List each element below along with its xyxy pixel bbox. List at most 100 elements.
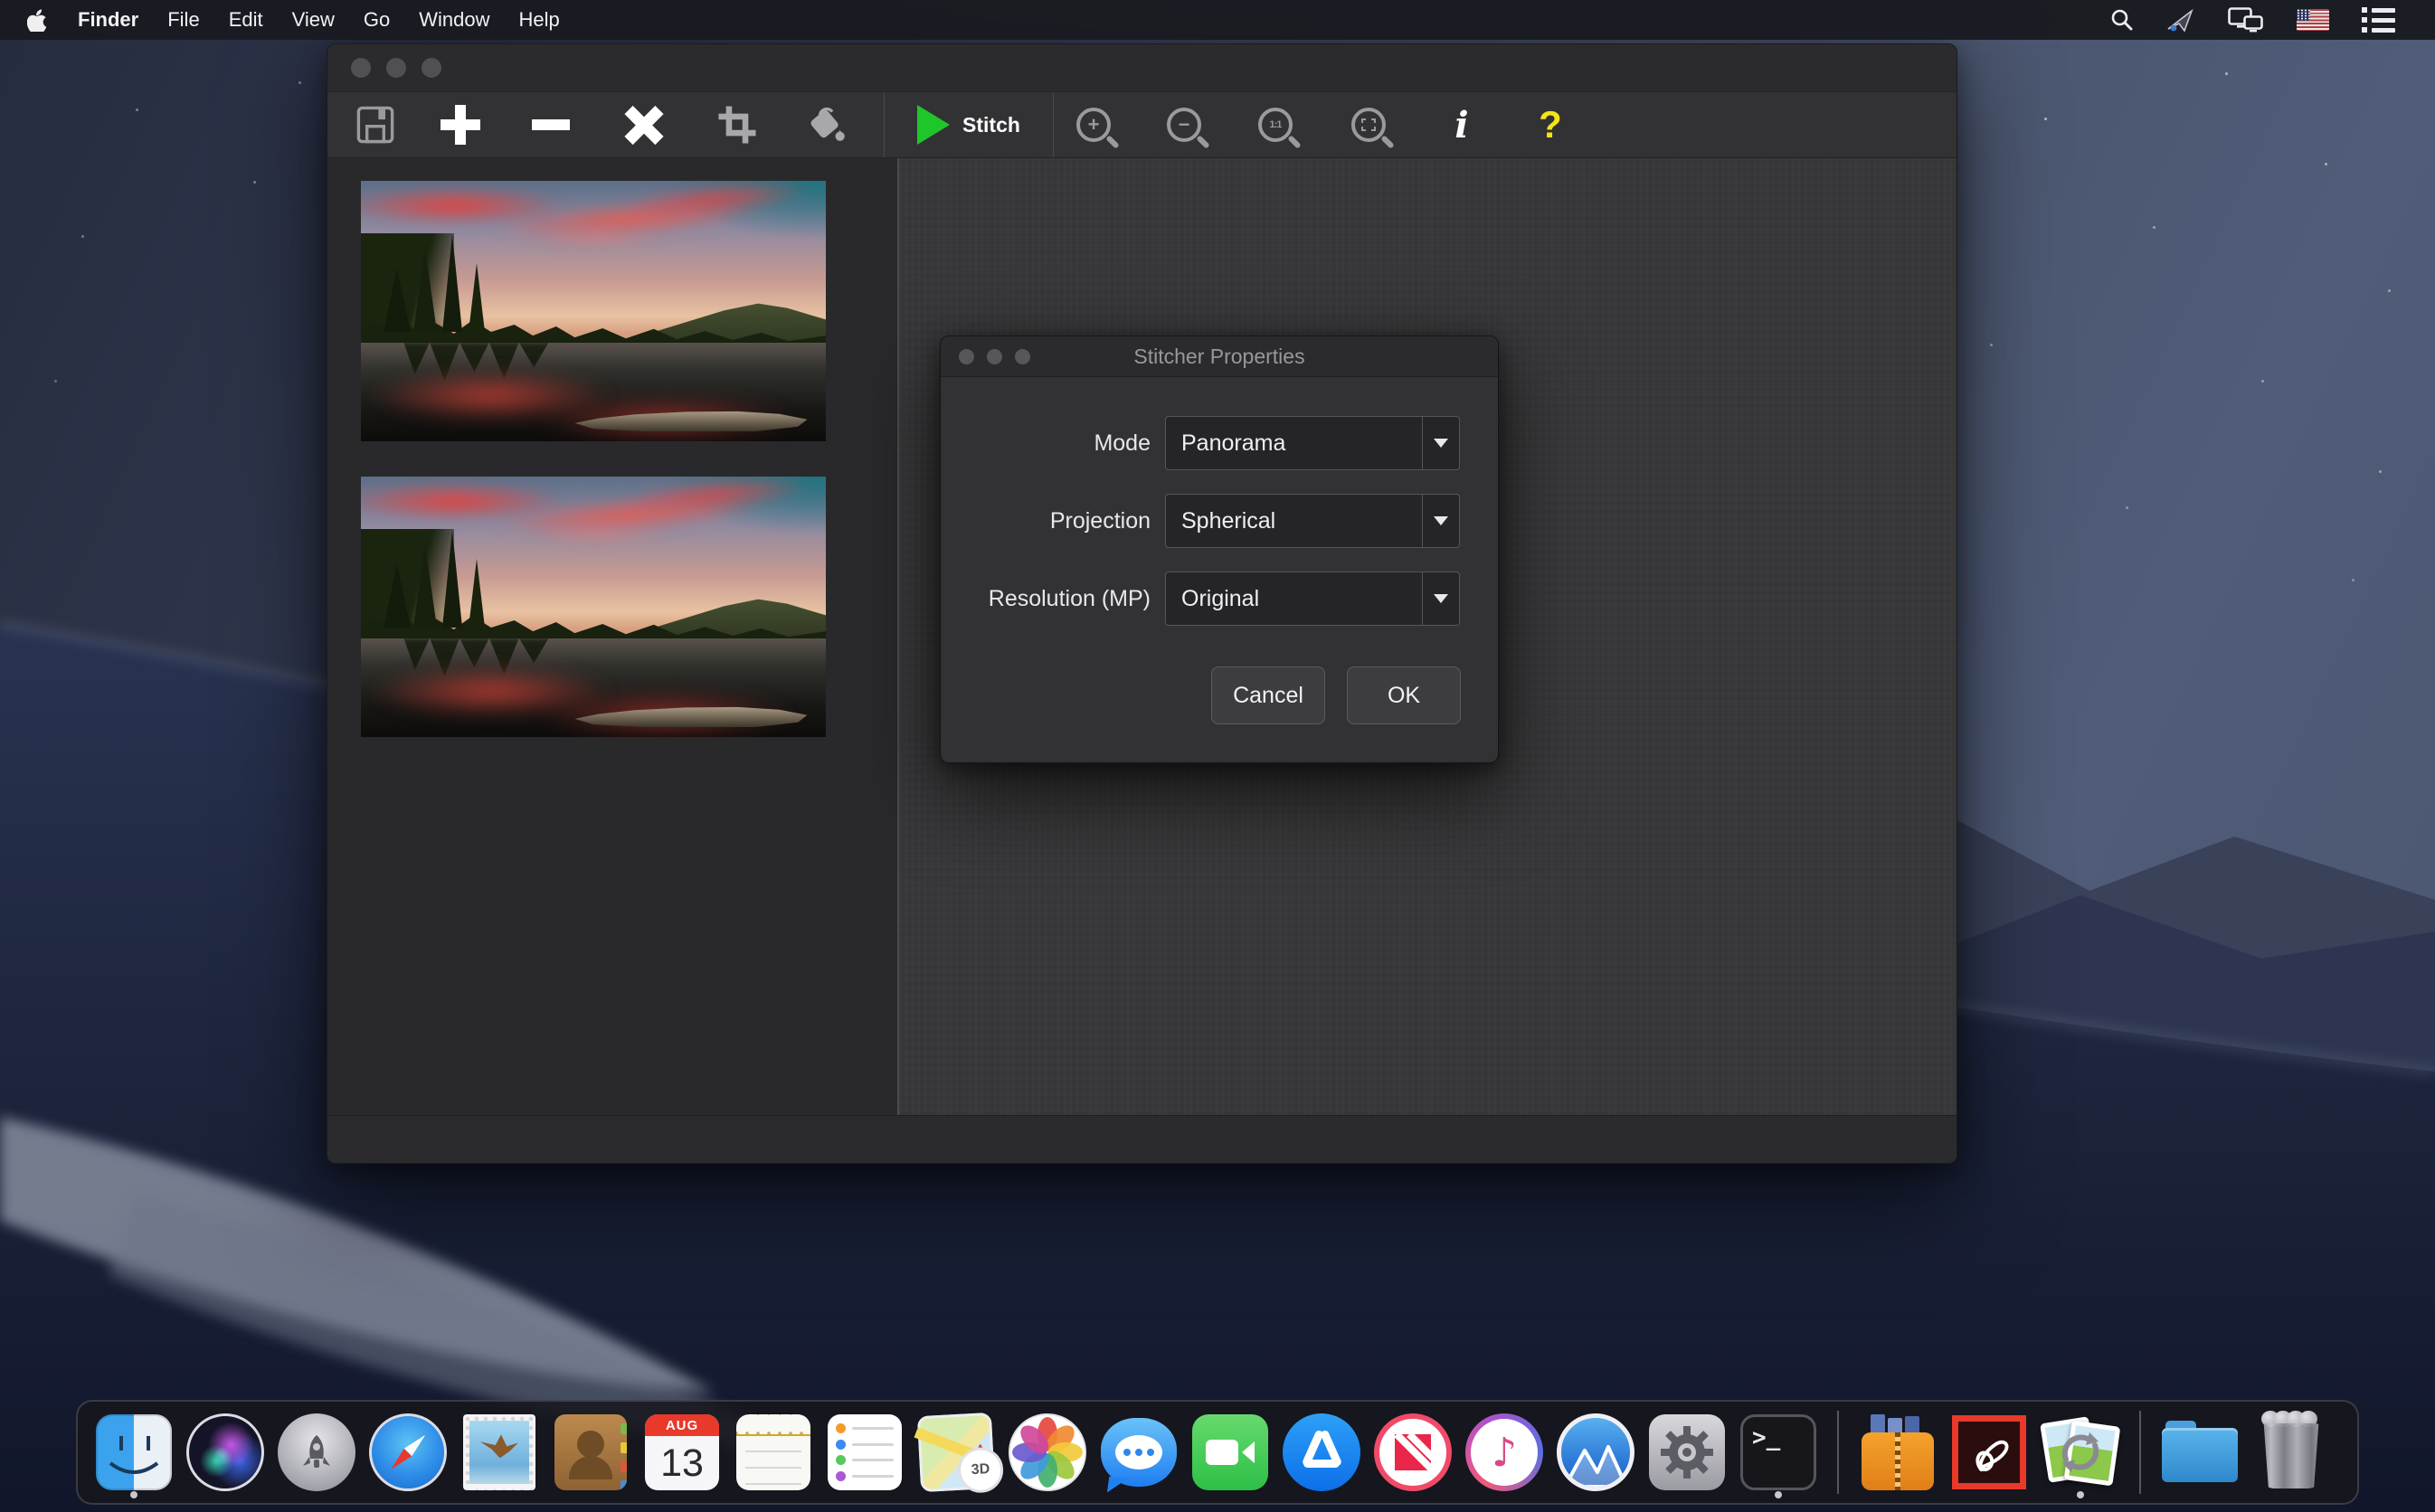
dock-calendar[interactable]: AUG 13 (640, 1405, 724, 1499)
running-indicator (130, 1491, 137, 1498)
dock-separator (1837, 1411, 1839, 1494)
dock-safari[interactable] (366, 1405, 450, 1499)
dock-facetime[interactable] (1189, 1405, 1272, 1499)
crop-icon (716, 104, 758, 146)
dock-photos[interactable] (1006, 1405, 1089, 1499)
stitcher-properties-dialog: Stitcher Properties Mode Panorama Projec… (940, 335, 1499, 763)
mode-select-arrow[interactable] (1422, 417, 1459, 469)
fill-button[interactable] (796, 92, 859, 157)
menu-item-window[interactable]: Window (404, 0, 504, 40)
dock-mail[interactable] (458, 1405, 541, 1499)
dock-folder[interactable] (2158, 1405, 2241, 1499)
dock-app-store[interactable] (1280, 1405, 1363, 1499)
dock-acrobat[interactable] (1947, 1405, 2031, 1499)
resolution-field-row: Resolution (MP) Original (941, 571, 1498, 627)
calendar-month: AUG (645, 1414, 719, 1436)
apple-menu[interactable] (22, 8, 63, 32)
display-mirroring-icon[interactable] (2228, 7, 2264, 33)
zoom-out-button[interactable]: − (1152, 92, 1216, 157)
zoom-fit-icon (1351, 108, 1386, 142)
spotlight-search-icon[interactable] (2110, 8, 2134, 32)
zoom-in-icon: + (1076, 108, 1111, 142)
menu-item-help[interactable]: Help (505, 0, 574, 40)
projection-value: Spherical (1166, 495, 1422, 547)
zoom-actual-size-button[interactable]: 1:1 (1244, 92, 1307, 157)
dock-itunes[interactable]: ♪ (1463, 1405, 1546, 1499)
us-flag-input-source-icon[interactable] (2297, 9, 2329, 31)
dock-launchpad[interactable] (275, 1405, 358, 1499)
chevron-down-icon (1434, 594, 1448, 603)
dock-messages[interactable] (1097, 1405, 1180, 1499)
menu-item-finder[interactable]: Finder (63, 0, 153, 40)
stitch-button[interactable]: Stitch (884, 92, 1054, 157)
reminders-icon (828, 1414, 902, 1490)
menu-item-go[interactable]: Go (349, 0, 404, 40)
x-icon (624, 105, 664, 145)
menu-item-file[interactable]: File (153, 0, 213, 40)
menu-bar: Finder File Edit View Go Window Help (0, 0, 2435, 40)
mode-label: Mode (941, 430, 1151, 457)
mode-select[interactable]: Panorama (1165, 416, 1460, 470)
zoom-window-button[interactable] (422, 58, 441, 78)
dock-archiver[interactable] (1856, 1405, 1939, 1499)
dialog-window-controls (959, 336, 1030, 376)
dock-system-preferences[interactable] (1645, 1405, 1729, 1499)
info-button[interactable]: i (1433, 92, 1491, 157)
help-button[interactable]: ? (1521, 92, 1579, 157)
dock-image-converter[interactable] (2039, 1405, 2122, 1499)
dock-reminders[interactable] (823, 1405, 906, 1499)
thumbnail-image-1[interactable] (361, 181, 826, 441)
zoom-fit-button[interactable] (1337, 92, 1400, 157)
crop-button[interactable] (706, 92, 769, 157)
dock-trash[interactable] (2250, 1405, 2333, 1499)
dock-siri[interactable] (184, 1405, 267, 1499)
menu-bar-status-icons (2110, 7, 2435, 33)
maps-icon: 3D (917, 1413, 995, 1492)
dialog-zoom-button[interactable] (1015, 349, 1030, 364)
acrobat-icon (1952, 1415, 2026, 1489)
dock-finder[interactable] (92, 1405, 175, 1499)
minimize-window-button[interactable] (386, 58, 406, 78)
resolution-select-arrow[interactable] (1422, 572, 1459, 625)
calendar-icon: AUG 13 (645, 1414, 719, 1490)
folder-icon (2162, 1421, 2238, 1484)
toolbar: Stitch + − 1:1 i ? (327, 91, 1957, 158)
projection-select-arrow[interactable] (1422, 495, 1459, 547)
plus-icon (441, 105, 480, 145)
projection-select[interactable]: Spherical (1165, 494, 1460, 548)
dock-contacts[interactable] (549, 1405, 632, 1499)
dock-terminal[interactable]: >_ (1737, 1405, 1820, 1499)
news-icon (1374, 1413, 1452, 1491)
list-menu-icon[interactable] (2362, 7, 2395, 33)
image-list-panel[interactable] (327, 158, 897, 1115)
dock-news[interactable] (1371, 1405, 1454, 1499)
siri-icon (186, 1413, 264, 1491)
dialog-title-bar[interactable]: Stitcher Properties (941, 336, 1498, 377)
projection-label: Projection (941, 508, 1151, 534)
menu-item-edit[interactable]: Edit (214, 0, 278, 40)
resolution-select[interactable]: Original (1165, 572, 1460, 626)
dialog-minimize-button[interactable] (987, 349, 1002, 364)
remove-image-button[interactable] (519, 92, 583, 157)
delete-all-button[interactable] (612, 92, 676, 157)
window-title-bar[interactable] (327, 44, 1957, 91)
save-button[interactable] (344, 92, 407, 157)
notes-icon (736, 1414, 810, 1490)
close-window-button[interactable] (351, 58, 371, 78)
dock-mountain-app[interactable] (1554, 1405, 1637, 1499)
dock-maps[interactable]: 3D (914, 1405, 998, 1499)
add-image-button[interactable] (429, 92, 492, 157)
status-bar (327, 1115, 1957, 1163)
zoom-in-button[interactable]: + (1062, 92, 1125, 157)
dialog-close-button[interactable] (959, 349, 974, 364)
cancel-button[interactable]: Cancel (1211, 666, 1325, 724)
thumb-trees (380, 228, 566, 332)
thumbnail-image-2[interactable] (361, 477, 826, 737)
system-preferences-icon (1649, 1414, 1725, 1490)
thumb-water (361, 343, 826, 441)
thumb-trees (380, 524, 566, 628)
ok-button[interactable]: OK (1347, 666, 1461, 724)
dock-notes[interactable] (732, 1405, 815, 1499)
menu-item-view[interactable]: View (278, 0, 349, 40)
paper-plane-icon[interactable] (2166, 7, 2195, 33)
